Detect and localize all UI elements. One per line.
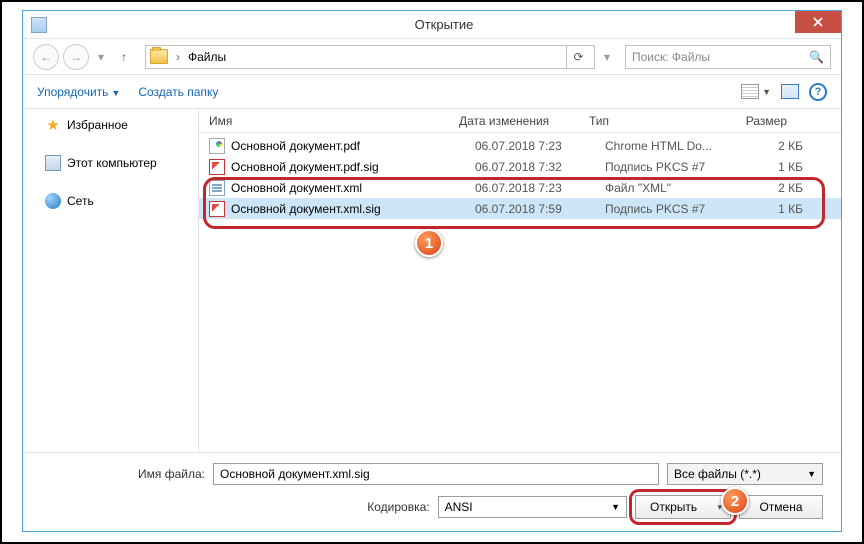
help-button[interactable]: ? xyxy=(809,83,827,101)
sidebar: ★Избранное Этот компьютер Сеть xyxy=(23,109,199,452)
chevron-icon: › xyxy=(172,50,184,64)
col-size[interactable]: Размер xyxy=(729,114,799,128)
search-placeholder: Поиск: Файлы xyxy=(632,50,710,64)
close-button[interactable] xyxy=(795,11,841,33)
network-icon xyxy=(45,193,61,209)
titlebar: Открытие xyxy=(23,11,841,39)
file-icon xyxy=(209,180,225,196)
file-icon xyxy=(209,138,225,154)
open-dialog: Открытие ← → ▾ ↑ › Файлы ⟳ ▾ Поиск: Файл… xyxy=(22,10,842,532)
col-date[interactable]: Дата изменения xyxy=(459,114,589,128)
new-folder-button[interactable]: Создать папку xyxy=(138,85,218,99)
recent-dropdown[interactable]: ▾ xyxy=(93,46,109,68)
file-row[interactable]: Основной документ.pdf06.07.2018 7:23Chro… xyxy=(199,135,841,156)
address-dropdown[interactable]: ▾ xyxy=(599,46,615,68)
sidebar-item-favorites[interactable]: ★Избранное xyxy=(23,113,198,137)
file-list: Имя Дата изменения Тип Размер Основной д… xyxy=(199,109,841,452)
col-type[interactable]: Тип xyxy=(589,114,729,128)
file-row[interactable]: Основной документ.pdf.sig06.07.2018 7:32… xyxy=(199,156,841,177)
back-button[interactable]: ← xyxy=(33,44,59,70)
refresh-button[interactable]: ⟳ xyxy=(566,45,590,69)
file-icon xyxy=(209,201,225,217)
col-name[interactable]: Имя xyxy=(209,114,459,128)
up-button[interactable]: ↑ xyxy=(113,46,135,68)
encoding-label: Кодировка: xyxy=(41,500,430,514)
filename-input[interactable]: Основной документ.xml.sig xyxy=(213,463,659,485)
app-icon xyxy=(31,17,47,33)
search-icon: 🔍 xyxy=(809,50,824,64)
encoding-select[interactable]: ANSI▼ xyxy=(438,496,627,518)
open-button[interactable]: Открыть xyxy=(635,495,731,519)
view-mode-button[interactable]: ▼ xyxy=(741,84,771,99)
filter-select[interactable]: Все файлы (*.*)▼ xyxy=(667,463,823,485)
star-icon: ★ xyxy=(45,117,61,133)
search-input[interactable]: Поиск: Файлы 🔍 xyxy=(625,45,831,69)
footer: Имя файла: Основной документ.xml.sig Все… xyxy=(23,452,841,531)
file-row[interactable]: Основной документ.xml06.07.2018 7:23Файл… xyxy=(199,177,841,198)
toolbar: Упорядочить▼ Создать папку ▼ ? xyxy=(23,75,841,109)
preview-pane-button[interactable] xyxy=(781,84,799,99)
forward-button[interactable]: → xyxy=(63,44,89,70)
annotation-badge-2: 2 xyxy=(721,487,749,515)
pc-icon xyxy=(45,155,61,171)
file-row-selected[interactable]: Основной документ.xml.sig06.07.2018 7:59… xyxy=(199,198,841,219)
organize-menu[interactable]: Упорядочить▼ xyxy=(37,85,120,99)
file-icon xyxy=(209,159,225,175)
window-title: Открытие xyxy=(47,17,841,32)
sidebar-item-computer[interactable]: Этот компьютер xyxy=(23,151,198,175)
filename-label: Имя файла: xyxy=(41,467,205,481)
annotation-badge-1: 1 xyxy=(415,229,443,257)
breadcrumb[interactable]: Файлы xyxy=(188,50,226,64)
folder-icon xyxy=(150,49,168,64)
address-bar[interactable]: › Файлы ⟳ xyxy=(145,45,595,69)
cancel-button[interactable]: Отмена xyxy=(739,495,823,519)
sidebar-item-network[interactable]: Сеть xyxy=(23,189,198,213)
column-headers: Имя Дата изменения Тип Размер xyxy=(199,109,841,133)
nav-row: ← → ▾ ↑ › Файлы ⟳ ▾ Поиск: Файлы 🔍 xyxy=(23,39,841,75)
